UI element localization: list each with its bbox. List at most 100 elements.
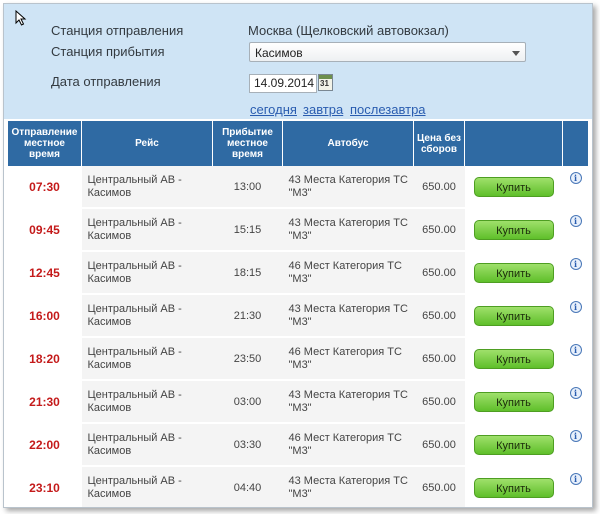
col-header-buy [464, 121, 563, 166]
ticket-price: 650.00 [413, 337, 465, 381]
bus-description: 46 Мест Категория ТС "М3" [282, 337, 414, 381]
arrival-time: 03:30 [212, 423, 283, 467]
bus-description: 46 Мест Категория ТС "М3" [282, 423, 414, 467]
table-row: 22:00 Центральный АВ - Касимов 03:30 46 … [7, 423, 589, 467]
buy-button[interactable]: Купить [473, 477, 554, 498]
table-row: 23:10 Центральный АВ - Касимов 04:40 43 … [7, 466, 589, 507]
info-cell: i [562, 466, 589, 507]
departure-time: 12:45 [7, 251, 82, 295]
buy-button[interactable]: Купить [473, 305, 554, 326]
route-name: Центральный АВ - Касимов [81, 251, 213, 295]
departure-time: 23:10 [7, 466, 82, 507]
buy-cell: Купить [464, 294, 563, 338]
info-icon[interactable]: i [569, 257, 582, 270]
info-icon[interactable]: i [569, 429, 582, 442]
route-name: Центральный АВ - Касимов [81, 380, 213, 424]
bus-description: 46 Мест Категория ТС "М3" [282, 251, 414, 295]
col-header-arrival: Прибытие местное время [212, 121, 283, 166]
ticket-price: 650.00 [413, 294, 465, 338]
ticket-price: 650.00 [413, 251, 465, 295]
table-row: 16:00 Центральный АВ - Касимов 21:30 43 … [7, 294, 589, 338]
arrival-time: 18:15 [212, 251, 283, 295]
buy-button[interactable]: Купить [473, 434, 554, 455]
mouse-pointer-icon [15, 10, 27, 26]
buy-cell: Купить [464, 423, 563, 467]
date-label: Дата отправления [51, 74, 161, 89]
buy-cell: Купить [464, 380, 563, 424]
info-cell: i [562, 208, 589, 252]
bus-schedule-panel: Станция отправления Москва (Щелковский а… [3, 3, 593, 508]
route-name: Центральный АВ - Касимов [81, 337, 213, 381]
departure-time: 21:30 [7, 380, 82, 424]
departure-time: 22:00 [7, 423, 82, 467]
ticket-price: 650.00 [413, 166, 465, 209]
buy-button[interactable]: Купить [473, 262, 554, 283]
departure-time: 09:45 [7, 208, 82, 252]
today-link[interactable]: сегодня [250, 102, 297, 117]
route-name: Центральный АВ - Касимов [81, 166, 213, 209]
departure-station: Москва (Щелковский автовокзал) [248, 23, 449, 38]
calendar-day-number: 31 [320, 79, 329, 88]
info-cell: i [562, 380, 589, 424]
buy-button[interactable]: Купить [473, 391, 554, 412]
info-cell: i [562, 294, 589, 338]
table-row: 07:30 Центральный АВ - Касимов 13:00 43 … [7, 166, 589, 209]
table-header-row: Отправление местное время Рейс Прибытие … [7, 121, 589, 166]
arrival-time: 04:40 [212, 466, 283, 507]
info-icon[interactable]: i [569, 171, 582, 184]
calendar-icon[interactable]: 31 [318, 74, 333, 91]
col-header-price: Цена без сборов [413, 121, 465, 166]
arrival-station-select[interactable]: Касимов [249, 42, 526, 62]
col-header-departure: Отправление местное время [7, 121, 82, 166]
table-row: 12:45 Центральный АВ - Касимов 18:15 46 … [7, 251, 589, 295]
buy-cell: Купить [464, 466, 563, 507]
col-header-info [562, 121, 589, 166]
bus-description: 43 Места Категория ТС "М3" [282, 380, 414, 424]
tomorrow-link[interactable]: завтра [303, 102, 343, 117]
info-icon[interactable]: i [569, 300, 582, 313]
info-cell: i [562, 251, 589, 295]
buy-cell: Купить [464, 337, 563, 381]
departure-time: 16:00 [7, 294, 82, 338]
buy-button[interactable]: Купить [473, 176, 554, 197]
info-icon[interactable]: i [569, 386, 582, 399]
schedule-table: Отправление местное время Рейс Прибытие … [7, 121, 589, 507]
ticket-price: 650.00 [413, 380, 465, 424]
bus-description: 43 Места Категория ТС "М3" [282, 466, 414, 507]
info-icon[interactable]: i [569, 472, 582, 485]
date-field[interactable]: 14.09.2014 [249, 74, 317, 93]
route-name: Центральный АВ - Касимов [81, 294, 213, 338]
ticket-price: 650.00 [413, 423, 465, 467]
col-header-bus: Автобус [282, 121, 414, 166]
arrival-time: 13:00 [212, 166, 283, 209]
arrival-time: 23:50 [212, 337, 283, 381]
info-cell: i [562, 423, 589, 467]
bus-description: 43 Места Категория ТС "М3" [282, 294, 414, 338]
date-value: 14.09.2014 [254, 76, 315, 90]
buy-button[interactable]: Купить [473, 348, 554, 369]
arrival-label: Станция прибытия [51, 44, 165, 59]
chevron-down-icon [512, 51, 520, 56]
bus-description: 43 Места Категория ТС "М3" [282, 208, 414, 252]
info-icon[interactable]: i [569, 214, 582, 227]
buy-button[interactable]: Купить [473, 219, 554, 240]
table-row: 21:30 Центральный АВ - Касимов 03:00 43 … [7, 380, 589, 424]
col-header-route: Рейс [81, 121, 213, 166]
route-name: Центральный АВ - Касимов [81, 423, 213, 467]
info-cell: i [562, 166, 589, 209]
departure-label: Станция отправления [51, 23, 184, 38]
buy-cell: Купить [464, 166, 563, 209]
route-name: Центральный АВ - Касимов [81, 208, 213, 252]
day-after-tomorrow-link[interactable]: послезавтра [350, 102, 426, 117]
departure-time: 07:30 [7, 166, 82, 209]
departure-time: 18:20 [7, 337, 82, 381]
buy-cell: Купить [464, 251, 563, 295]
table-row: 18:20 Центральный АВ - Касимов 23:50 46 … [7, 337, 589, 381]
ticket-price: 650.00 [413, 208, 465, 252]
table-row: 09:45 Центральный АВ - Касимов 15:15 43 … [7, 208, 589, 252]
route-name: Центральный АВ - Касимов [81, 466, 213, 507]
arrival-time: 15:15 [212, 208, 283, 252]
info-icon[interactable]: i [569, 343, 582, 356]
arrival-time: 21:30 [212, 294, 283, 338]
bus-description: 43 Места Категория ТС "М3" [282, 166, 414, 209]
